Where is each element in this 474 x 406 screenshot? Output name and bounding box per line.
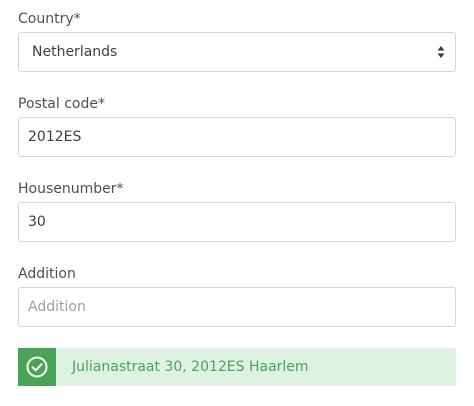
check-circle-icon xyxy=(26,356,48,378)
postal-code-field[interactable]: 2012ES xyxy=(18,117,456,157)
addition-label: Addition xyxy=(18,266,76,282)
country-selected-value: Netherlands xyxy=(32,44,118,60)
success-icon-box xyxy=(18,348,56,386)
housenumber-value: 30 xyxy=(28,214,46,230)
address-result-text: Julianastraat 30, 2012ES Haarlem xyxy=(72,359,309,375)
address-result-alert: Julianastraat 30, 2012ES Haarlem xyxy=(18,348,456,386)
select-arrows-icon xyxy=(437,46,445,58)
addition-field[interactable]: Addition xyxy=(18,287,456,327)
postal-code-label: Postal code* xyxy=(18,96,105,112)
housenumber-field[interactable]: 30 xyxy=(18,202,456,242)
housenumber-label: Housenumber* xyxy=(18,181,124,197)
postal-code-value: 2012ES xyxy=(28,129,82,145)
country-select[interactable]: Netherlands xyxy=(18,32,456,72)
addition-placeholder: Addition xyxy=(28,299,86,315)
country-label: Country* xyxy=(18,11,81,27)
